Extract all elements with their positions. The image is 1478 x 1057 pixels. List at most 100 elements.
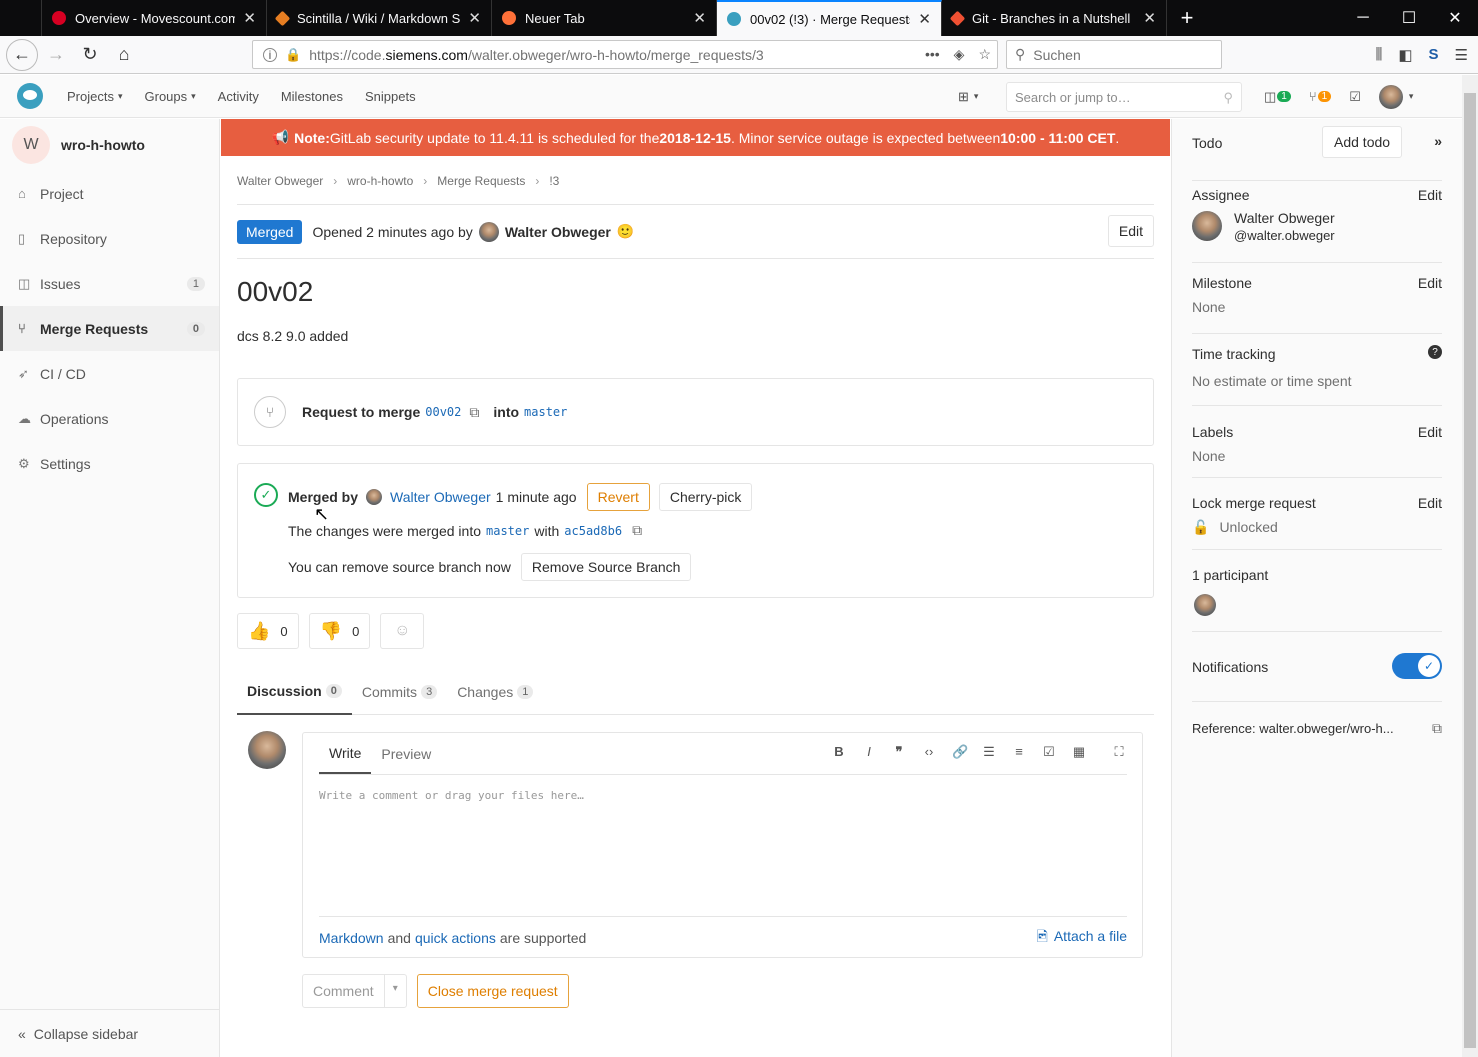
comment-type-dropdown[interactable]: ▾: [385, 975, 406, 1007]
close-tab-icon[interactable]: ✕: [1143, 9, 1156, 27]
sidebar-item-ci-cd[interactable]: ➶ CI / CD: [0, 351, 219, 396]
italic-icon[interactable]: I: [862, 744, 876, 760]
assignee-avatar[interactable]: [1192, 211, 1222, 241]
sidebar-item-issues[interactable]: ◫ Issues 1: [0, 261, 219, 306]
write-tab[interactable]: Write: [319, 733, 372, 774]
scrollbar-thumb[interactable]: [1464, 93, 1476, 1048]
markdown-link[interactable]: Markdown: [319, 930, 384, 946]
new-dropdown-button[interactable]: ⊞ ▾: [958, 89, 978, 105]
edit-labels-link[interactable]: Edit: [1418, 424, 1442, 440]
collapse-sidebar-button[interactable]: «Collapse sidebar: [0, 1009, 220, 1057]
add-reaction-button[interactable]: ☺: [380, 613, 425, 649]
user-menu[interactable]: ▾: [1378, 84, 1413, 109]
more-icon[interactable]: •••: [925, 46, 940, 63]
breadcrumb-project[interactable]: wro-h-howto: [347, 174, 413, 188]
tab-changes[interactable]: Changes 1: [447, 669, 543, 715]
edit-milestone-link[interactable]: Edit: [1418, 275, 1442, 291]
nav-milestones[interactable]: Milestones: [281, 89, 343, 104]
sidebar-toggle-icon[interactable]: ◧: [1398, 46, 1412, 64]
link-icon[interactable]: 🔗: [952, 744, 968, 760]
library-icon[interactable]: ⫼: [1375, 46, 1382, 64]
info-icon[interactable]: i: [263, 47, 277, 62]
tab-discussion[interactable]: Discussion 0: [237, 669, 352, 715]
close-window-icon[interactable]: ✕: [1432, 0, 1478, 36]
task-list-icon[interactable]: ☑: [1042, 744, 1056, 760]
close-merge-request-button[interactable]: Close merge request: [416, 974, 569, 1008]
current-user-avatar[interactable]: [248, 731, 286, 769]
edit-assignee-link[interactable]: Edit: [1418, 187, 1442, 203]
breadcrumb-merge-requests[interactable]: Merge Requests: [437, 174, 525, 188]
nav-snippets[interactable]: Snippets: [365, 89, 416, 104]
breadcrumb-user[interactable]: Walter Obweger: [237, 174, 323, 188]
quote-icon[interactable]: ❞: [892, 744, 906, 760]
bullet-list-icon[interactable]: ☰: [982, 744, 996, 760]
new-tab-button[interactable]: +: [1167, 0, 1207, 36]
url-bar[interactable]: i 🔒 https://code. siemens.com/walter.obwe…: [252, 40, 998, 69]
gitlab-logo-icon[interactable]: [17, 83, 43, 109]
target-branch-link[interactable]: master: [524, 405, 567, 419]
thumbs-up-button[interactable]: 👍 0: [237, 613, 299, 649]
maximize-icon[interactable]: ☐: [1386, 0, 1432, 36]
pocket-icon[interactable]: ◈: [954, 46, 965, 63]
project-header[interactable]: W wro-h-howto: [0, 119, 219, 171]
copy-icon[interactable]: ⧉: [632, 522, 642, 539]
nav-groups[interactable]: Groups ▾: [145, 89, 196, 104]
browser-tab[interactable]: Overview - Movescount.com ✕: [42, 0, 267, 36]
back-button[interactable]: ←: [6, 38, 38, 71]
browser-tab[interactable]: Neuer Tab ✕: [492, 0, 717, 36]
quick-actions-link[interactable]: quick actions: [415, 930, 496, 946]
sidebar-item-merge-requests[interactable]: ⑂ Merge Requests 0: [0, 306, 219, 351]
reload-button[interactable]: ↻: [74, 39, 106, 71]
commit-link[interactable]: ac5ad8b6: [564, 524, 622, 538]
merger-name[interactable]: Walter Obweger: [390, 489, 491, 505]
bookmark-star-icon[interactable]: ☆: [978, 46, 991, 63]
sidebar-item-settings[interactable]: ⚙ Settings: [0, 441, 219, 486]
tab-commits[interactable]: Commits 3: [352, 669, 447, 715]
sidebar-item-repository[interactable]: ▯ Repository: [0, 216, 219, 261]
author-name[interactable]: Walter Obweger: [505, 224, 611, 240]
extension-icon[interactable]: S: [1429, 46, 1439, 64]
issues-link[interactable]: ◫ 1: [1264, 89, 1291, 105]
copy-icon[interactable]: ⧉: [1432, 720, 1442, 737]
preview-tab[interactable]: Preview: [371, 733, 441, 774]
revert-button[interactable]: Revert: [586, 483, 650, 511]
breadcrumb-mr[interactable]: !3: [549, 174, 559, 188]
close-tab-icon[interactable]: ✕: [468, 9, 481, 27]
bold-icon[interactable]: B: [832, 744, 846, 760]
gitlab-search-input[interactable]: Search or jump to… ⚲: [1006, 82, 1242, 112]
todos-link[interactable]: ☑: [1349, 89, 1361, 105]
collapse-sidebar-icon[interactable]: »: [1434, 133, 1442, 149]
browser-tab[interactable]: Git - Branches in a Nutshell ✕: [942, 0, 1167, 36]
sidebar-item-operations[interactable]: ☁ Operations: [0, 396, 219, 441]
thumbs-down-button[interactable]: 👎 0: [308, 613, 371, 649]
comment-button[interactable]: Comment: [303, 975, 385, 1007]
minimize-icon[interactable]: ─: [1340, 0, 1386, 36]
attach-file-button[interactable]: 🖻 Attach a file: [1037, 926, 1127, 950]
comment-textarea[interactable]: Write a comment or drag your files here…: [319, 789, 1127, 909]
home-button[interactable]: ⌂: [108, 39, 140, 71]
add-todo-button[interactable]: Add todo: [1322, 126, 1403, 158]
edit-lock-link[interactable]: Edit: [1418, 495, 1442, 511]
notifications-toggle[interactable]: [1392, 653, 1442, 679]
participant-avatar[interactable]: [1194, 594, 1216, 616]
copy-icon[interactable]: ⧉: [469, 404, 479, 421]
help-icon[interactable]: ?: [1428, 345, 1442, 359]
close-tab-icon[interactable]: ✕: [243, 9, 256, 27]
code-icon[interactable]: ‹›: [922, 744, 936, 760]
close-tab-icon[interactable]: ✕: [918, 10, 931, 28]
close-tab-icon[interactable]: ✕: [693, 9, 706, 27]
page-scrollbar[interactable]: [1462, 75, 1478, 1057]
sidebar-item-project[interactable]: ⌂ Project: [0, 171, 219, 216]
assignee-name[interactable]: Walter Obweger: [1234, 210, 1335, 226]
browser-search-input[interactable]: ⚲ Suchen: [1006, 40, 1222, 69]
table-icon[interactable]: ▦: [1072, 744, 1086, 760]
browser-tab[interactable]: Scintilla / Wiki / Markdown Syn ✕: [267, 0, 492, 36]
numbered-list-icon[interactable]: ≡: [1012, 744, 1026, 760]
fullscreen-icon[interactable]: ⛶: [1112, 744, 1126, 760]
cherry-pick-button[interactable]: Cherry-pick: [658, 483, 753, 511]
source-branch-link[interactable]: 00v02: [425, 405, 461, 419]
nav-activity[interactable]: Activity: [218, 89, 259, 104]
nav-projects[interactable]: Projects ▾: [67, 89, 123, 104]
merger-avatar[interactable]: [366, 489, 383, 505]
target-branch-link[interactable]: master: [486, 524, 529, 538]
